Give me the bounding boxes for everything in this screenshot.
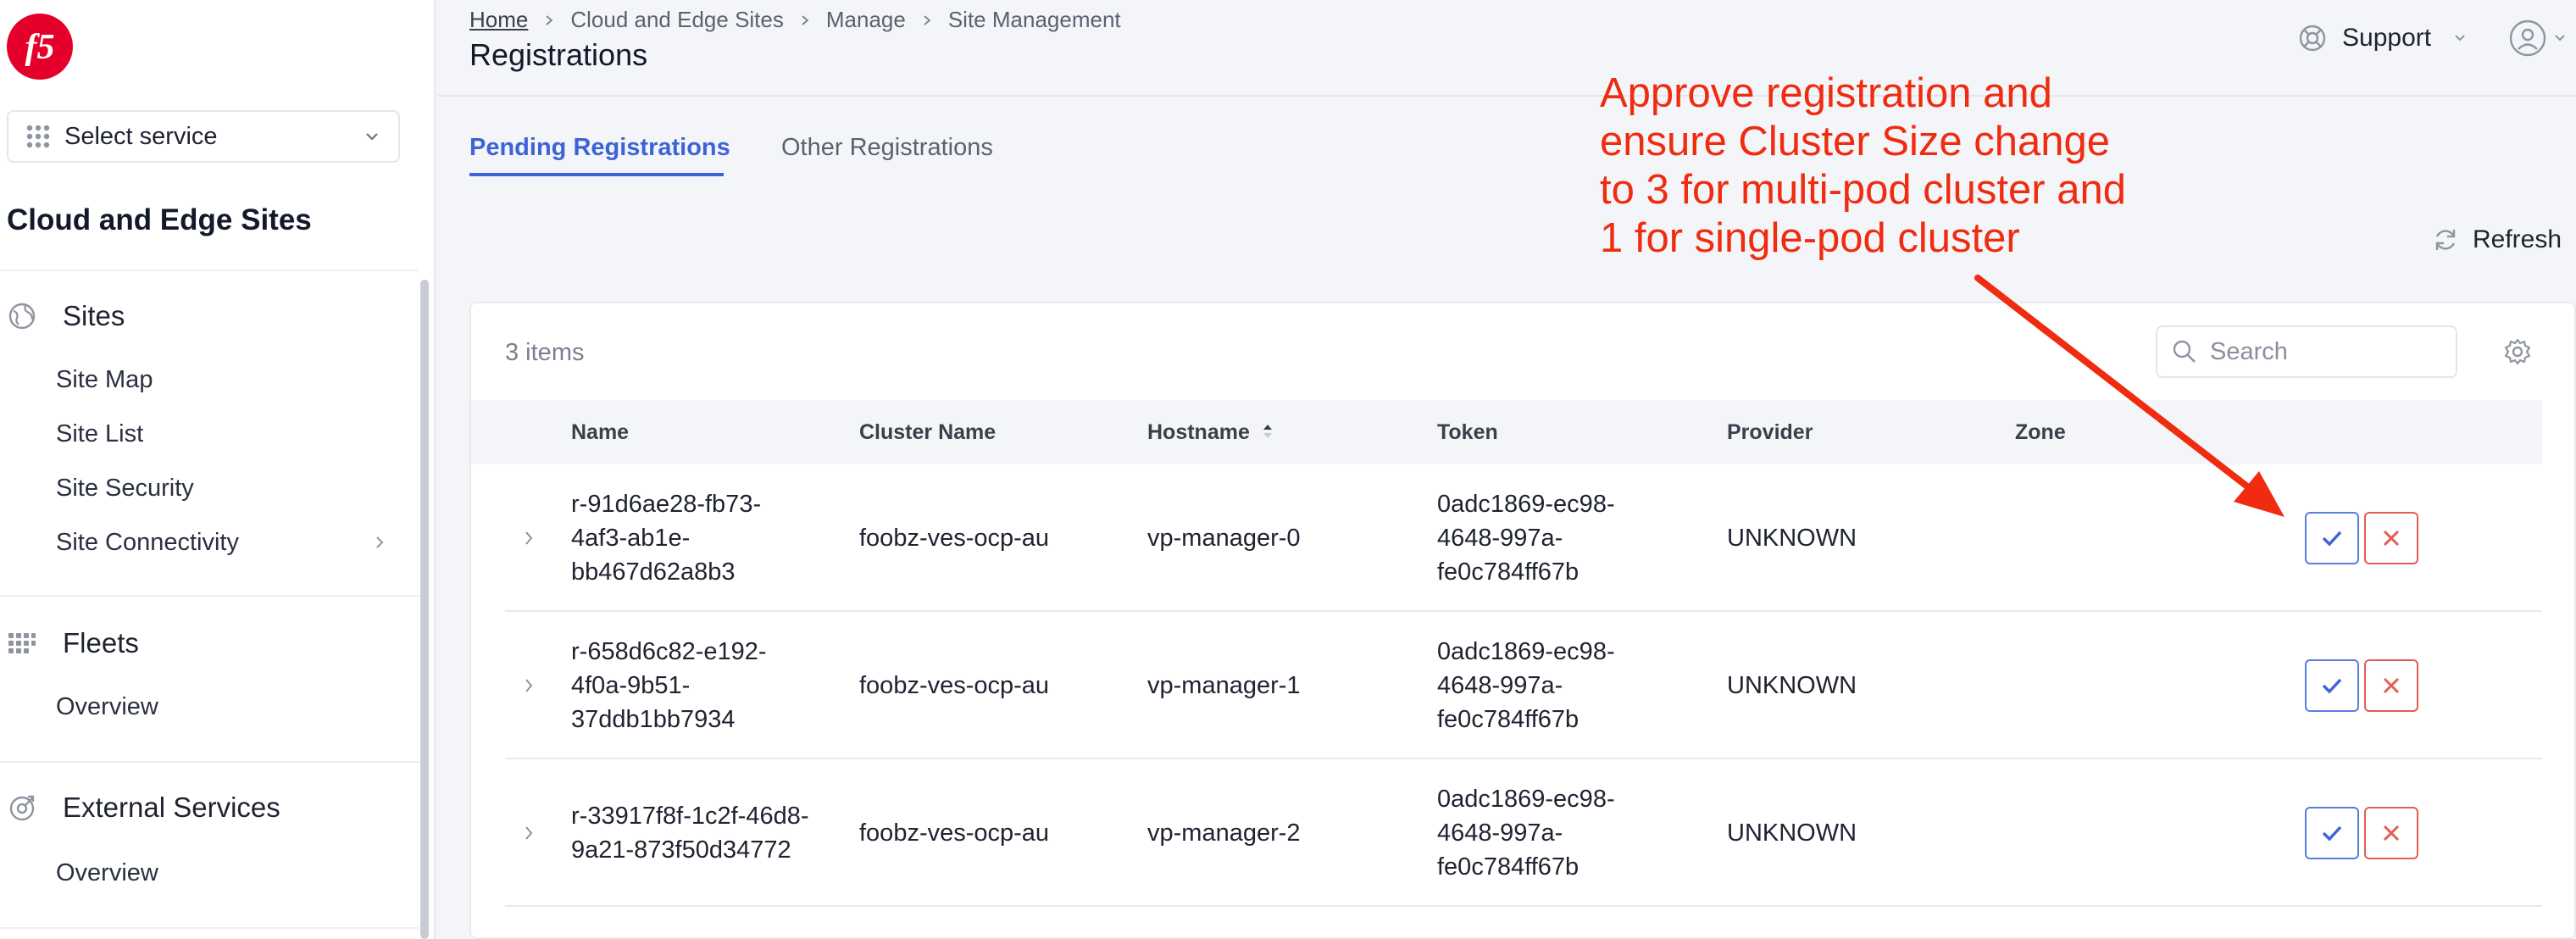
support-icon bbox=[2299, 25, 2326, 52]
header-divider bbox=[437, 95, 2576, 97]
f5-logo[interactable]: f5 bbox=[5, 12, 75, 81]
breadcrumb-cloud-and-edge-sites[interactable]: Cloud and Edge Sites bbox=[570, 7, 784, 33]
row-cluster-name: foobz-ves-ocp-au bbox=[859, 820, 1050, 847]
page-title: Registrations bbox=[469, 37, 648, 72]
expand-row-icon[interactable] bbox=[520, 825, 537, 842]
row-name: r-658d6c82-e192- 4f0a-9b51- 37ddb1bb7934 bbox=[571, 638, 767, 733]
checkmark-icon bbox=[2322, 825, 2342, 842]
row-cluster-name: foobz-ves-ocp-au bbox=[859, 525, 1050, 552]
chevron-down-icon bbox=[2555, 35, 2565, 42]
tab-pending-registrations[interactable]: Pending Registrations bbox=[469, 134, 730, 162]
breadcrumb-manage[interactable]: Manage bbox=[826, 7, 906, 33]
external-services-icon bbox=[9, 795, 35, 821]
app-grid-icon bbox=[26, 125, 50, 148]
sidebar-item-site-connectivity[interactable]: Site Connectivity bbox=[56, 529, 239, 557]
refresh-icon bbox=[2435, 230, 2456, 250]
row-cluster-name: foobz-ves-ocp-au bbox=[859, 672, 1050, 699]
user-icon bbox=[2509, 19, 2546, 57]
sidebar-section-external-services[interactable]: External Services bbox=[7, 792, 280, 824]
column-header-cluster-name[interactable]: Cluster Name bbox=[859, 420, 996, 445]
row-hostname: vp-manager-1 bbox=[1147, 672, 1301, 699]
row-provider: UNKNOWN bbox=[1727, 672, 1857, 699]
sidebar-title: Cloud and Edge Sites bbox=[7, 203, 312, 236]
chevron-down-icon bbox=[366, 133, 378, 141]
account-menu[interactable] bbox=[2508, 19, 2568, 58]
decline-button[interactable] bbox=[2364, 807, 2418, 859]
close-icon bbox=[2383, 677, 2400, 694]
sidebar-item-external-services-overview[interactable]: Overview bbox=[56, 859, 158, 887]
checkmark-icon bbox=[2322, 531, 2342, 547]
logo-text: f5 bbox=[25, 28, 55, 67]
row-hostname: vp-manager-2 bbox=[1147, 820, 1301, 847]
sidebar-item-site-list[interactable]: Site List bbox=[56, 420, 143, 448]
column-header-zone[interactable]: Zone bbox=[2015, 420, 2066, 445]
chevron-right-icon bbox=[546, 14, 553, 25]
support-label: Support bbox=[2342, 24, 2432, 52]
chevron-right-icon bbox=[924, 14, 931, 25]
tab-other-registrations[interactable]: Other Registrations bbox=[781, 134, 993, 162]
row-token: 0adc1869-ec98- 4648-997a- fe0c784ff67b bbox=[1437, 786, 1615, 881]
row-name: r-91d6ae28-fb73- 4af3-ab1e- bb467d62a8b3 bbox=[571, 491, 762, 586]
breadcrumb: Home Cloud and Edge Sites Manage Site Ma… bbox=[469, 7, 1121, 33]
expand-row-icon[interactable] bbox=[520, 530, 537, 547]
row-provider: UNKNOWN bbox=[1727, 820, 1857, 847]
approve-button[interactable] bbox=[2305, 659, 2359, 712]
column-header-token[interactable]: Token bbox=[1437, 420, 1498, 445]
chevron-right-icon bbox=[802, 14, 809, 25]
close-icon bbox=[2383, 530, 2400, 547]
search-box[interactable] bbox=[2156, 325, 2457, 378]
select-service-label: Select service bbox=[64, 122, 218, 150]
items-count: 3 items bbox=[505, 339, 585, 366]
gear-icon[interactable] bbox=[2503, 337, 2532, 366]
chevron-right-icon bbox=[376, 536, 384, 548]
sidebar-item-fleets-overview[interactable]: Overview bbox=[56, 693, 158, 721]
sidebar-section-label: External Services bbox=[63, 792, 280, 823]
approve-button[interactable] bbox=[2305, 807, 2359, 859]
row-token: 0adc1869-ec98- 4648-997a- fe0c784ff67b bbox=[1437, 638, 1615, 733]
close-icon bbox=[2383, 825, 2400, 842]
divider bbox=[0, 761, 419, 763]
sidebar-scrollbar[interactable] bbox=[420, 280, 429, 939]
sidebar: f5 Select service Cloud and Edge Sites S… bbox=[0, 0, 436, 939]
chevron-down-icon bbox=[2455, 35, 2465, 42]
globe-icon bbox=[8, 303, 36, 330]
row-provider: UNKNOWN bbox=[1727, 525, 1857, 552]
sidebar-item-site-security[interactable]: Site Security bbox=[56, 475, 194, 503]
search-icon bbox=[2173, 340, 2196, 363]
column-header-hostname[interactable]: Hostname bbox=[1147, 420, 1250, 445]
select-service-dropdown[interactable]: Select service bbox=[7, 110, 400, 163]
divider bbox=[0, 927, 419, 929]
row-token: 0adc1869-ec98- 4648-997a- fe0c784ff67b bbox=[1437, 491, 1615, 586]
support-menu[interactable]: Support bbox=[2298, 24, 2468, 53]
annotation-text: Approve registration and ensure Cluster … bbox=[1600, 70, 2126, 261]
active-tab-indicator bbox=[469, 173, 724, 176]
sort-ascending-icon[interactable] bbox=[1261, 420, 1274, 442]
sidebar-section-label: Sites bbox=[63, 300, 125, 331]
divider bbox=[0, 269, 419, 271]
decline-button[interactable] bbox=[2364, 659, 2418, 712]
search-input[interactable] bbox=[2210, 337, 2439, 366]
column-header-provider[interactable]: Provider bbox=[1727, 420, 1813, 445]
row-name: r-33917f8f-1c2f-46d8- 9a21-873f50d34772 bbox=[571, 803, 809, 864]
fleet-icon bbox=[8, 633, 36, 653]
column-header-name[interactable]: Name bbox=[571, 420, 629, 445]
breadcrumb-home[interactable]: Home bbox=[469, 7, 528, 33]
sidebar-section-fleets[interactable]: Fleets bbox=[7, 627, 139, 659]
table-header bbox=[471, 400, 2542, 464]
refresh-button[interactable]: Refresh bbox=[2432, 225, 2562, 254]
checkmark-icon bbox=[2322, 678, 2342, 694]
approve-button[interactable] bbox=[2305, 512, 2359, 564]
refresh-label: Refresh bbox=[2473, 225, 2562, 253]
divider bbox=[0, 595, 419, 597]
sidebar-section-label: Fleets bbox=[63, 627, 139, 658]
decline-button[interactable] bbox=[2364, 512, 2418, 564]
row-hostname: vp-manager-0 bbox=[1147, 525, 1301, 552]
expand-row-icon[interactable] bbox=[520, 677, 537, 694]
breadcrumb-site-management[interactable]: Site Management bbox=[948, 7, 1121, 33]
sidebar-section-sites[interactable]: Sites bbox=[7, 300, 125, 332]
sidebar-item-site-map[interactable]: Site Map bbox=[56, 366, 153, 394]
